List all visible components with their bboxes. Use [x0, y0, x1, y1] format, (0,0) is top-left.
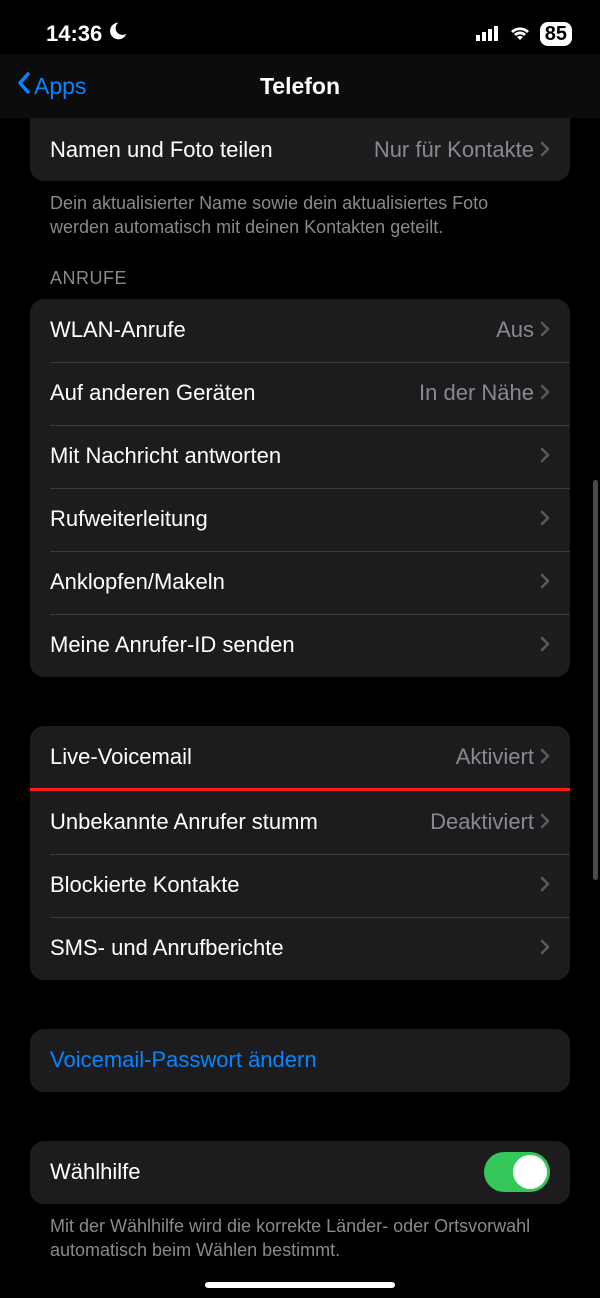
section-footer: Dein aktualisierter Name sowie dein aktu…	[30, 181, 570, 240]
chevron-right-icon	[540, 443, 550, 469]
cell-live-voicemail[interactable]: Live-Voicemail Aktiviert	[30, 726, 570, 788]
cell-other-devices[interactable]: Auf anderen Geräten In der Nähe	[30, 362, 570, 425]
home-indicator[interactable]	[205, 1282, 395, 1288]
cell-caller-id[interactable]: Meine Anrufer-ID senden	[30, 614, 570, 677]
chevron-right-icon	[540, 744, 550, 770]
chevron-right-icon	[540, 872, 550, 898]
chevron-right-icon	[540, 506, 550, 532]
chevron-right-icon	[540, 137, 550, 163]
section-header-anrufe: ANRUFE	[30, 240, 570, 299]
cell-name-photo-share[interactable]: Namen und Foto teilen Nur für Kontakte	[30, 118, 570, 181]
cellular-signal-icon	[476, 21, 500, 47]
section-footer: Mit der Wählhilfe wird die korrekte Länd…	[30, 1204, 570, 1263]
cell-label: Namen und Foto teilen	[50, 137, 374, 163]
status-time: 14:36	[46, 21, 102, 47]
dial-assist-toggle[interactable]	[484, 1152, 550, 1192]
chevron-left-icon	[16, 71, 32, 101]
cell-call-forwarding[interactable]: Rufweiterleitung	[30, 488, 570, 551]
cell-wlan-anrufe[interactable]: WLAN-Anrufe Aus	[30, 299, 570, 362]
nav-bar: Apps Telefon	[0, 54, 600, 118]
scroll-indicator[interactable]	[593, 480, 598, 880]
cell-sms-call-reports[interactable]: SMS- und Anrufberichte	[30, 917, 570, 980]
back-button[interactable]: Apps	[16, 71, 86, 101]
dnd-moon-icon	[108, 21, 128, 47]
chevron-right-icon	[540, 380, 550, 406]
page-title: Telefon	[0, 73, 600, 100]
highlight-live-voicemail: Live-Voicemail Aktiviert	[30, 726, 570, 791]
cell-dial-assist: Wählhilfe	[30, 1141, 570, 1204]
status-bar: 14:36 85	[0, 0, 600, 54]
chevron-right-icon	[540, 935, 550, 961]
wifi-icon	[508, 21, 532, 47]
cell-change-voicemail-password[interactable]: Voicemail-Passwort ändern	[30, 1029, 570, 1092]
cell-value: Nur für Kontakte	[374, 137, 534, 163]
chevron-right-icon	[540, 809, 550, 835]
chevron-right-icon	[540, 317, 550, 343]
chevron-right-icon	[540, 569, 550, 595]
cell-reply-with-message[interactable]: Mit Nachricht antworten	[30, 425, 570, 488]
chevron-right-icon	[540, 632, 550, 658]
back-label: Apps	[34, 73, 86, 100]
cell-call-waiting[interactable]: Anklopfen/Makeln	[30, 551, 570, 614]
cell-blocked-contacts[interactable]: Blockierte Kontakte	[30, 854, 570, 917]
battery-badge: 85	[540, 22, 572, 46]
cell-silence-unknown[interactable]: Unbekannte Anrufer stumm Deaktiviert	[30, 791, 570, 854]
